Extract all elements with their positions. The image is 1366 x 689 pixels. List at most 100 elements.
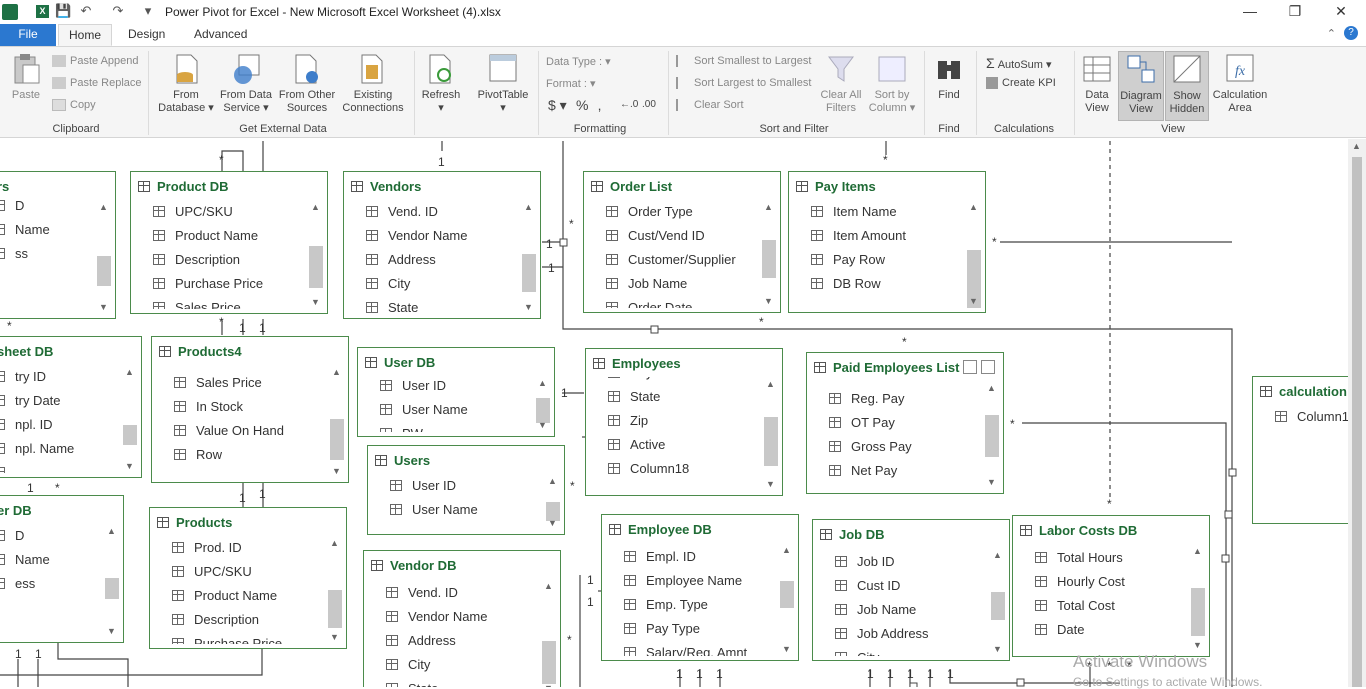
- data-view-button[interactable]: Data View: [1078, 53, 1116, 115]
- paste-replace-button[interactable]: Paste Replace: [52, 77, 142, 90]
- table-job-db[interactable]: Job DB Job ID Cust ID Job Name Job Address Ci…: [812, 519, 1010, 661]
- table-scrollbar[interactable]: ▲▼: [522, 202, 536, 312]
- excel-icon[interactable]: X: [36, 5, 49, 18]
- table-header[interactable]: Vendor DB: [364, 551, 560, 579]
- scroll-up-icon[interactable]: ▲: [766, 379, 775, 389]
- scroll-thumb[interactable]: [105, 578, 119, 599]
- scroll-up-icon[interactable]: ▲: [107, 526, 116, 536]
- format-dropdown[interactable]: Format : ▾: [546, 77, 596, 90]
- table-header[interactable]: rs: [0, 172, 115, 200]
- scroll-thumb[interactable]: [522, 254, 536, 292]
- table-vendor-db[interactable]: Vendor DB Vend. ID Vendor Name Address City S…: [363, 550, 561, 687]
- table-employee-db[interactable]: Employee DB Empl. ID Employee Name Emp. Typ…: [601, 514, 799, 661]
- scroll-down-icon[interactable]: ▼: [330, 632, 339, 642]
- scroll-thumb[interactable]: [762, 240, 776, 278]
- table-header[interactable]: Products4: [152, 337, 348, 365]
- scroll-up-icon[interactable]: ▲: [330, 538, 339, 548]
- tab-home[interactable]: Home: [58, 24, 112, 46]
- existing-connections-button[interactable]: Existing Connections: [340, 53, 406, 115]
- table-scrollbar[interactable]: ▲▼: [330, 367, 344, 476]
- scroll-up-icon[interactable]: ▲: [99, 202, 108, 212]
- table-scrollbar[interactable]: ▲▼: [967, 202, 981, 308]
- table-header[interactable]: er DB: [0, 496, 123, 524]
- scroll-down-icon[interactable]: ▼: [538, 420, 547, 430]
- minimize-button[interactable]: —: [1227, 0, 1273, 24]
- scroll-down-icon[interactable]: ▼: [993, 644, 1002, 654]
- clear-sort-button[interactable]: Clear Sort: [676, 99, 744, 112]
- scroll-thumb[interactable]: [97, 256, 111, 286]
- table-paid-employees[interactable]: Paid Employees List OT Hours Reg. Pay OT Pa…: [806, 352, 1004, 494]
- scroll-up-icon[interactable]: ▲: [969, 202, 978, 212]
- table-user-db[interactable]: User DBUser IDUser NamePW▲▼: [357, 347, 555, 437]
- table-scrollbar[interactable]: ▲▼: [991, 550, 1005, 654]
- from-other-sources-button[interactable]: From Other Sources: [276, 53, 338, 115]
- scroll-up-icon[interactable]: ▲: [782, 545, 791, 555]
- currency-button[interactable]: $ ▾: [548, 97, 567, 114]
- scroll-thumb[interactable]: [991, 592, 1005, 620]
- table-er-db[interactable]: er DB D Name ess ▲ ▼: [0, 495, 124, 643]
- table-header[interactable]: Job DB: [813, 520, 1009, 548]
- tab-advanced[interactable]: Advanced: [184, 24, 257, 46]
- from-data-service-button[interactable]: From Data Service ▾: [217, 53, 275, 115]
- autosum-button[interactable]: Σ AutoSum ▾: [986, 55, 1052, 71]
- vertical-scrollbar[interactable]: ▲: [1348, 139, 1366, 687]
- diagram-canvas[interactable]: * 1 * 1 1 * * * * * * 1 1 1 * * 1 * 1 1 …: [0, 139, 1348, 687]
- table-employees[interactable]: EmployeesCityStateZipActiveColumn18▲▼: [585, 348, 783, 496]
- table-options-icon[interactable]: [981, 360, 995, 374]
- restore-button[interactable]: ❐: [1272, 0, 1318, 24]
- scroll-down-icon[interactable]: ▼: [332, 466, 341, 476]
- scroll-down-icon[interactable]: ▼: [311, 297, 320, 307]
- scroll-thumb[interactable]: [542, 641, 556, 684]
- paste-button[interactable]: Paste: [8, 53, 44, 102]
- scroll-thumb[interactable]: [328, 590, 342, 628]
- tab-file[interactable]: File: [0, 24, 56, 46]
- table-scrollbar[interactable]: ▲▼: [764, 379, 778, 489]
- sort-smallest-button[interactable]: Sort Smallest to Largest: [676, 55, 811, 68]
- calculation-area-button[interactable]: fx Calculation Area: [1210, 53, 1270, 115]
- scroll-thumb[interactable]: [985, 415, 999, 457]
- redo-icon[interactable]: ↷: [110, 3, 126, 19]
- paste-append-button[interactable]: Paste Append: [52, 55, 139, 68]
- table-product-db[interactable]: Product DB UPC/SKU Product Name Description…: [130, 171, 328, 314]
- scroll-up-icon[interactable]: ▲: [548, 476, 557, 486]
- table-scrollbar[interactable]: ▲▼: [123, 367, 137, 471]
- table-products4[interactable]: Products4 Purchase Price Sales Price In Sto…: [151, 336, 349, 483]
- table-header[interactable]: Vendors: [344, 172, 540, 200]
- table-labor-costs[interactable]: Labor Costs DB Total Hours Hourly Cost Tota…: [1012, 515, 1210, 657]
- scroll-up-icon[interactable]: ▲: [764, 202, 773, 212]
- scroll-up-icon[interactable]: ▲: [1352, 141, 1361, 151]
- scroll-thumb[interactable]: [123, 425, 137, 445]
- clear-all-filters-button[interactable]: Clear All Filters: [818, 53, 864, 115]
- table-scrollbar[interactable]: ▲▼: [780, 545, 794, 654]
- table-scrollbar[interactable]: ▲▼: [546, 476, 560, 528]
- scroll-down-icon[interactable]: ▼: [782, 644, 791, 654]
- scroll-down-icon[interactable]: ▼: [987, 477, 996, 487]
- sort-largest-button[interactable]: Sort Largest to Smallest: [676, 77, 811, 90]
- sort-by-column-button[interactable]: Sort by Column ▾: [866, 53, 918, 115]
- table-header[interactable]: Labor Costs DB: [1013, 516, 1209, 544]
- create-kpi-button[interactable]: Create KPI: [986, 77, 1056, 90]
- scroll-thumb[interactable]: [330, 419, 344, 460]
- close-button[interactable]: ✕: [1318, 0, 1364, 24]
- scroll-up-icon[interactable]: ▲: [311, 202, 320, 212]
- table-header[interactable]: Order List: [584, 172, 780, 200]
- scroll-up-icon[interactable]: ▲: [544, 581, 553, 591]
- increase-decimal-button[interactable]: ←.0: [620, 99, 638, 110]
- table-scrollbar[interactable]: ▲▼: [536, 378, 550, 430]
- scroll-down-icon[interactable]: ▼: [524, 302, 533, 312]
- collapse-ribbon-icon[interactable]: ⌃: [1327, 27, 1336, 40]
- scroll-down-icon[interactable]: ▼: [764, 296, 773, 306]
- table-header[interactable]: User DB: [358, 348, 554, 376]
- scroll-up-icon[interactable]: ▲: [1193, 546, 1202, 556]
- table-products[interactable]: Products Prod. ID UPC/SKU Product Name Descr…: [149, 507, 347, 649]
- scroll-up-icon[interactable]: ▲: [524, 202, 533, 212]
- data-type-dropdown[interactable]: Data Type : ▾: [546, 55, 611, 68]
- table-calculation[interactable]: calculation Column1: [1252, 376, 1348, 524]
- percent-button[interactable]: %: [576, 97, 588, 113]
- scroll-thumb[interactable]: [764, 417, 778, 466]
- show-hidden-button[interactable]: Show Hidden: [1165, 51, 1209, 121]
- table-rs[interactable]: rsDNamess▲▼: [0, 171, 116, 319]
- scroll-down-icon[interactable]: ▼: [125, 461, 134, 471]
- table-header[interactable]: sheet DB: [0, 337, 141, 365]
- scroll-thumb[interactable]: [1352, 157, 1362, 687]
